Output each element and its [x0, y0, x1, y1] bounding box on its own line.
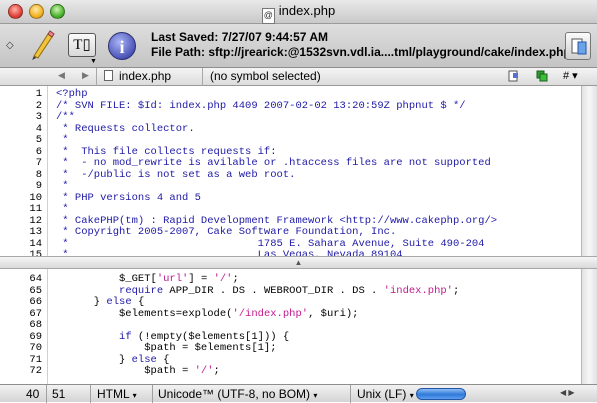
file-icon — [104, 70, 113, 81]
divider — [96, 68, 97, 86]
forward-arrow-icon[interactable]: ▶ — [82, 70, 89, 81]
symbol-popup-menu[interactable]: (no symbol selected) — [210, 69, 321, 83]
counterpart-icon[interactable] — [536, 70, 548, 82]
last-saved-value: 7/27/07 9:44:57 AM — [221, 30, 328, 44]
line-number: 72 — [29, 365, 42, 377]
file-path-row: File Path: sftp://jrearick:@1532svn.vdl.… — [151, 45, 571, 60]
line-number: 5 — [35, 134, 42, 146]
last-saved-row: Last Saved: 7/27/07 9:44:57 AM — [151, 30, 571, 45]
text-options-label: T — [73, 37, 83, 53]
code-line[interactable]: * Requests collector. — [56, 123, 194, 136]
file-info: Last Saved: 7/27/07 9:44:57 AM File Path… — [151, 30, 571, 60]
code-line[interactable]: * - no mod_rewrite is avilable or .htacc… — [56, 157, 490, 170]
hash-menu[interactable]: # ▾ — [563, 69, 578, 82]
diamond-icon[interactable]: ◇ — [6, 40, 14, 51]
code-line[interactable]: * — [56, 134, 68, 147]
divider — [152, 385, 153, 403]
bookmark-icon[interactable] — [508, 70, 520, 82]
toolbar: ◇ T▯ ▼ i Last Saved: 7/27/07 9:44:57 AM … — [0, 24, 597, 68]
chevron-down-icon[interactable]: ▼ — [90, 58, 97, 65]
divider — [90, 385, 91, 403]
line-endings-popup[interactable]: Unix (LF) ▾ — [357, 387, 414, 401]
encoding-popup[interactable]: Unicode™ (UTF-8, no BOM) ▾ — [158, 387, 317, 401]
document-icon: @ — [261, 8, 275, 24]
file-popup-label: index.php — [119, 69, 172, 83]
horizontal-scroll-thumb[interactable] — [416, 388, 466, 400]
back-arrow-icon[interactable]: ◀ — [58, 70, 65, 81]
hash-label: # — [563, 70, 570, 82]
document-stack-icon — [571, 38, 587, 55]
bottom-editor-pane[interactable]: 64 $_GET['url'] = '/'; 65 require APP_DIR… — [0, 269, 597, 384]
window-title: index.php — [278, 3, 336, 18]
navigation-bar: ◀ ▶ index.php (no symbol selected) # ▾ — [0, 68, 597, 86]
column-status: 51 — [52, 387, 66, 401]
file-path-label: File Path: — [151, 45, 206, 59]
pane-splitter[interactable]: ▲ — [0, 256, 597, 269]
vertical-scrollbar[interactable] — [581, 86, 597, 256]
divider — [350, 385, 351, 403]
window-title-group: @ index.php — [0, 3, 597, 24]
language-label: HTML — [97, 387, 130, 401]
code-line[interactable]: /** — [56, 111, 75, 124]
line-number: 3 — [35, 111, 42, 123]
line-number: 7 — [35, 157, 42, 169]
text-options-button[interactable]: T▯ — [68, 33, 96, 57]
line-number: 70 — [29, 342, 42, 354]
code-line[interactable]: $elements=explode('/index.php', $uri); — [56, 308, 358, 321]
line-number: 1 — [35, 88, 42, 100]
line-number: 11 — [29, 203, 42, 215]
code-line[interactable]: <?php — [56, 88, 88, 101]
code-line[interactable]: * — [56, 203, 68, 216]
code-line[interactable]: * — [56, 180, 68, 193]
code-line[interactable]: * -/public is not set as a web root. — [56, 169, 295, 182]
divider — [202, 68, 203, 86]
file-path-value: sftp://jrearick:@1532svn.vdl.ia....tml/p… — [208, 45, 571, 59]
line-number-status: 40 — [26, 387, 40, 401]
pencil-icon[interactable] — [28, 30, 56, 60]
title-bar[interactable]: @ index.php — [0, 0, 597, 24]
line-number: 9 — [35, 180, 42, 192]
line-endings-label: Unix (LF) — [357, 387, 407, 401]
encoding-label: Unicode™ (UTF-8, no BOM) — [158, 387, 311, 401]
code-line[interactable]: $path = '/'; — [56, 365, 220, 378]
line-number: 68 — [29, 319, 42, 331]
vertical-scrollbar[interactable] — [581, 269, 597, 384]
line-number: 13 — [29, 226, 42, 238]
language-popup[interactable]: HTML ▾ — [97, 387, 137, 401]
bbedit-window: @ index.php ◇ T▯ ▼ i Last Saved: 7/27/07 … — [0, 0, 597, 403]
info-label: i — [119, 37, 125, 57]
scroll-arrows-icon[interactable]: ◀ ▶ — [560, 388, 575, 397]
status-bar: 40 51 HTML ▾ Unicode™ (UTF-8, no BOM) ▾ … — [0, 384, 597, 403]
code-line[interactable]: /* SVN FILE: $Id: index.php 4409 2007-02… — [56, 100, 466, 113]
code-line[interactable]: * Copyright 2005-2007, Cake Software Fou… — [56, 226, 396, 239]
line-number: 66 — [29, 296, 42, 308]
line-number: 64 — [29, 273, 42, 285]
info-button[interactable]: i — [108, 32, 136, 60]
top-editor-pane[interactable]: 1 <?php 2/* SVN FILE: $Id: index.php 4409 … — [0, 86, 597, 256]
divider — [46, 385, 47, 403]
last-saved-label: Last Saved: — [151, 30, 219, 44]
code-line[interactable]: * PHP versions 4 and 5 — [56, 192, 201, 205]
file-popup-menu[interactable]: index.php — [104, 69, 171, 83]
window-toggle-button[interactable] — [565, 32, 591, 60]
